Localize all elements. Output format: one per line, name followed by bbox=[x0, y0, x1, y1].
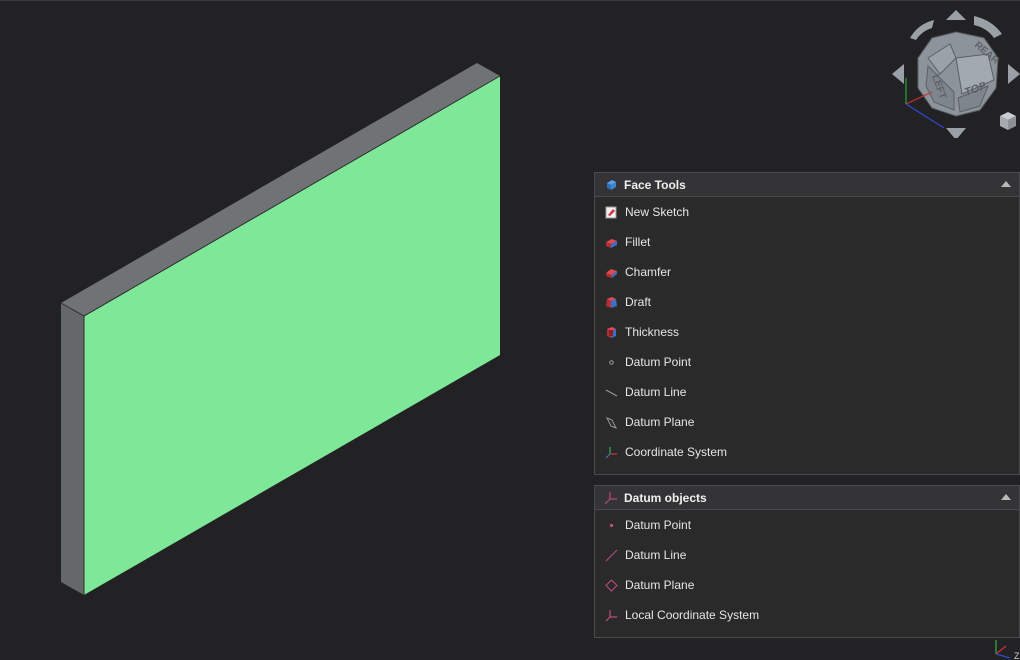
nav-arrow-left-icon[interactable] bbox=[892, 64, 904, 84]
face-tools-panel: Face Tools New Sketch Fillet Chamfer Dra… bbox=[594, 172, 1020, 475]
face-tools-item-fillet[interactable]: Fillet bbox=[595, 227, 1019, 257]
face-tools-item-coordinate-system[interactable]: Coordinate System bbox=[595, 437, 1019, 467]
axis-triad-z-label: Z bbox=[1014, 651, 1020, 660]
nav-arrow-right-icon[interactable] bbox=[1008, 64, 1020, 84]
nav-arrow-up-icon[interactable] bbox=[946, 10, 966, 20]
home-view-cube-icon[interactable] bbox=[1000, 112, 1016, 130]
face-tools-item-thickness[interactable]: Thickness bbox=[595, 317, 1019, 347]
datum-point-icon bbox=[609, 359, 614, 365]
menu-item-label: Draft bbox=[625, 295, 652, 309]
thickness-icon bbox=[607, 326, 616, 338]
datum-plane-icon bbox=[605, 416, 618, 429]
menu-item-label: Datum Plane bbox=[625, 578, 695, 592]
face-tools-item-datum-plane[interactable]: Datum Plane bbox=[595, 407, 1019, 437]
rotate-arrow-right-icon[interactable] bbox=[974, 16, 1002, 38]
datum-objects-item-datum-point[interactable]: Datum Point bbox=[595, 510, 1019, 540]
axis-triad: Z bbox=[995, 640, 1020, 660]
datum-objects-item-datum-plane[interactable]: Datum Plane bbox=[595, 570, 1019, 600]
menu-item-label: Datum Line bbox=[625, 548, 687, 562]
face-tools-item-new-sketch[interactable]: New Sketch bbox=[595, 197, 1019, 227]
menu-item-label: Coordinate System bbox=[625, 445, 728, 459]
datum-objects-item-datum-line[interactable]: Datum Line bbox=[595, 540, 1019, 570]
face-tools-item-chamfer[interactable]: Chamfer bbox=[595, 257, 1019, 287]
new-sketch-icon bbox=[605, 206, 617, 218]
nav-arrow-down-icon[interactable] bbox=[946, 128, 966, 138]
face-tools-item-datum-line[interactable]: Datum Line bbox=[595, 377, 1019, 407]
local-coordinate-system-icon bbox=[605, 609, 617, 621]
collapse-arrow-icon[interactable] bbox=[1001, 181, 1011, 187]
coordinate-system-icon bbox=[605, 446, 617, 458]
datum-objects-panel: Datum objects Datum Point Datum Line Dat… bbox=[594, 485, 1020, 638]
fillet-icon bbox=[606, 238, 617, 248]
rotate-arrow-left-icon[interactable] bbox=[910, 20, 934, 40]
plate-left-side-face[interactable] bbox=[61, 303, 84, 595]
navigation-cube[interactable]: REAR LEFT TOP bbox=[888, 6, 1020, 138]
face-tools-icon bbox=[607, 179, 616, 190]
datum-point-icon bbox=[609, 523, 614, 527]
menu-item-label: Local Coordinate System bbox=[625, 608, 760, 622]
face-tools-title: Face Tools bbox=[624, 177, 686, 192]
datum-plane-icon bbox=[605, 578, 618, 592]
datum-objects-header[interactable]: Datum objects bbox=[595, 486, 1019, 510]
datum-line-icon bbox=[605, 389, 618, 396]
menu-item-label: New Sketch bbox=[625, 205, 690, 219]
menu-item-label: Datum Point bbox=[625, 518, 692, 532]
plate-front-face-selected[interactable] bbox=[84, 76, 500, 595]
menu-item-label: Fillet bbox=[625, 235, 651, 249]
face-tools-header[interactable]: Face Tools bbox=[595, 173, 1019, 197]
face-tools-item-draft[interactable]: Draft bbox=[595, 287, 1019, 317]
datum-objects-icon bbox=[605, 491, 617, 504]
menu-item-label: Chamfer bbox=[625, 265, 672, 279]
menu-item-label: Thickness bbox=[625, 325, 680, 339]
datum-objects-item-local-coordinate-system[interactable]: Local Coordinate System bbox=[595, 600, 1019, 630]
chamfer-icon bbox=[606, 268, 617, 278]
datum-line-icon bbox=[605, 549, 618, 561]
menu-item-label: Datum Plane bbox=[625, 415, 695, 429]
menu-item-label: Datum Line bbox=[625, 385, 687, 399]
menu-item-label: Datum Point bbox=[625, 355, 692, 369]
draft-icon bbox=[606, 296, 617, 308]
collapse-arrow-icon[interactable] bbox=[1001, 494, 1011, 500]
datum-objects-title: Datum objects bbox=[624, 490, 707, 505]
face-tools-item-datum-point[interactable]: Datum Point bbox=[595, 347, 1019, 377]
